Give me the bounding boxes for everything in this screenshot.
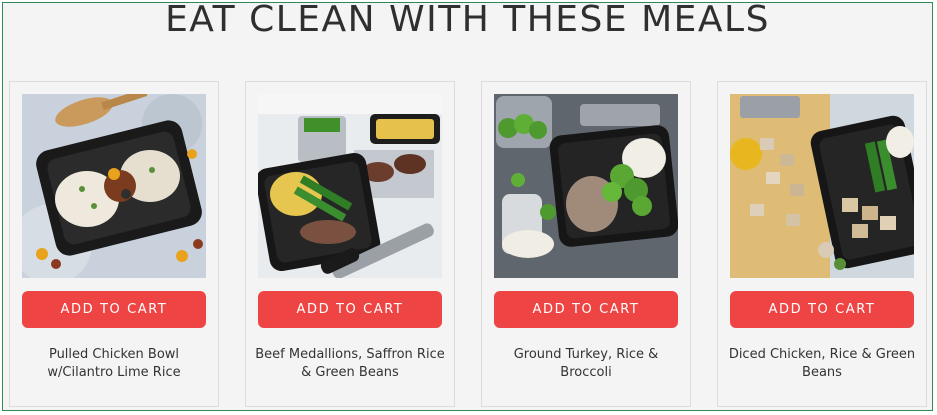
product-name[interactable]: Beef Medallions, Saffron Rice & Green Be… — [254, 346, 446, 382]
meals-section: EAT CLEAN WITH THESE MEALS ADD TO CART P… — [2, 2, 933, 411]
section-heading: EAT CLEAN WITH THESE MEALS — [165, 2, 770, 40]
ground-turkey-image[interactable] — [494, 94, 678, 278]
diced-chicken-image[interactable] — [730, 94, 914, 278]
beef-medallions-image[interactable] — [258, 94, 442, 278]
add-to-cart-button[interactable]: ADD TO CART — [494, 291, 678, 328]
product-name[interactable]: Diced Chicken, Rice & Green Beans — [726, 346, 918, 382]
product-card-diced-chicken: ADD TO CART Diced Chicken, Rice & Green … — [717, 81, 927, 407]
product-name[interactable]: Pulled Chicken Bowl w/Cilantro Lime Rice — [18, 346, 210, 382]
add-to-cart-button[interactable]: ADD TO CART — [258, 291, 442, 328]
add-to-cart-button[interactable]: ADD TO CART — [22, 291, 206, 328]
product-card-pulled-chicken: ADD TO CART Pulled Chicken Bowl w/Cilant… — [9, 81, 219, 407]
product-name[interactable]: Ground Turkey, Rice & Broccoli — [490, 346, 682, 382]
product-card-beef-medallions: ADD TO CART Beef Medallions, Saffron Ric… — [245, 81, 455, 407]
add-to-cart-button[interactable]: ADD TO CART — [730, 291, 914, 328]
product-card-ground-turkey: ADD TO CART Ground Turkey, Rice & Brocco… — [481, 81, 691, 407]
chicken-bowl-image[interactable] — [22, 94, 206, 278]
